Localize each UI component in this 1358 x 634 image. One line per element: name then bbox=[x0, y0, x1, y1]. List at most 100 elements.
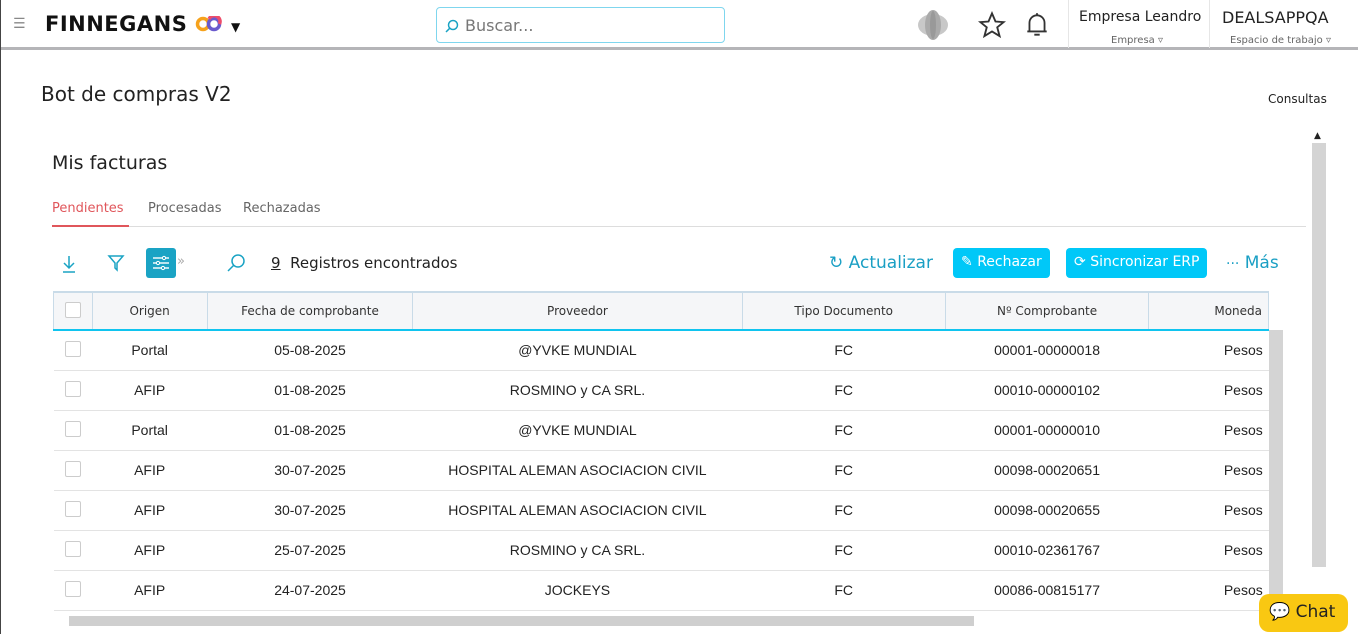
table-cell: FC bbox=[742, 570, 946, 611]
table-row[interactable]: AFIP 25-07-2025 ROSMINO y CA SRL. FC 00010-0… bbox=[53, 530, 1269, 571]
sync-erp-button[interactable]: ⟳ Sincronizar ERP bbox=[1066, 248, 1208, 278]
search-icon[interactable] bbox=[226, 253, 246, 273]
table-cell: Pesos bbox=[1148, 530, 1269, 571]
menu-icon[interactable]: ☰ bbox=[13, 17, 27, 31]
row-checkbox[interactable] bbox=[64, 500, 81, 517]
sync-icon: ⟳ bbox=[1074, 254, 1086, 270]
refresh-icon: ↻ bbox=[829, 253, 844, 273]
table-horizontal-scrollbar[interactable] bbox=[69, 616, 974, 626]
table-vertical-scrollbar[interactable] bbox=[1269, 330, 1283, 611]
page-scrollbar[interactable] bbox=[1312, 143, 1326, 567]
table-header: Origen Fecha de comprobante Proveedor Ti… bbox=[53, 291, 1269, 331]
table-cell: 24-07-2025 bbox=[207, 570, 413, 611]
column-header[interactable]: Proveedor bbox=[412, 291, 743, 331]
table-cell: Pesos bbox=[1148, 490, 1269, 531]
search-icon bbox=[445, 19, 459, 33]
table-cell: HOSPITAL ALEMAN ASOCIACION CIVIL bbox=[412, 450, 743, 491]
table-cell: FC bbox=[742, 490, 946, 531]
refresh-button[interactable]: ↻ Actualizar bbox=[829, 253, 933, 273]
company-selector[interactable]: Empresa ▿ bbox=[1111, 35, 1163, 46]
row-checkbox-cell bbox=[53, 530, 93, 571]
table-cell: AFIP bbox=[92, 450, 208, 491]
card-title: Mis facturas bbox=[52, 152, 168, 174]
count-number: 9 bbox=[271, 254, 281, 272]
table-cell: Pesos bbox=[1148, 410, 1269, 451]
table-cell: Pesos bbox=[1148, 330, 1269, 371]
column-header[interactable]: Fecha de comprobante bbox=[207, 291, 414, 331]
row-checkbox-cell bbox=[53, 570, 93, 611]
table-cell: AFIP bbox=[92, 370, 208, 411]
records-count: 9 Registros encontrados bbox=[271, 254, 457, 272]
table-cell: @YVKE MUNDIAL bbox=[412, 410, 743, 451]
reject-button[interactable]: ✎ Rechazar bbox=[953, 248, 1050, 278]
row-checkbox[interactable] bbox=[64, 341, 81, 357]
active-tab-indicator bbox=[52, 225, 129, 227]
workspace-label: Espacio de trabajo bbox=[1230, 35, 1323, 46]
table-cell: FC bbox=[742, 370, 946, 411]
company-name[interactable]: Empresa Leandro bbox=[1079, 9, 1201, 25]
star-icon[interactable] bbox=[978, 11, 1006, 39]
pencil-icon: ✎ bbox=[961, 254, 973, 270]
search-placeholder: Buscar... bbox=[465, 16, 534, 35]
brand-dropdown-icon[interactable]: ▼ bbox=[231, 20, 241, 34]
select-all-checkbox[interactable] bbox=[64, 301, 81, 318]
row-checkbox[interactable] bbox=[64, 580, 81, 597]
row-checkbox-cell bbox=[53, 450, 93, 491]
top-bar: ☰ FINNEGANS ▼ Buscar... Empresa Leandro … bbox=[1, 0, 1358, 50]
search-input[interactable]: Buscar... bbox=[436, 7, 725, 43]
tab-rechazadas[interactable]: Rechazadas bbox=[243, 201, 321, 216]
table-row[interactable]: Portal 01-08-2025 @YVKE MUNDIAL FC 00001-000… bbox=[53, 410, 1269, 451]
bell-icon[interactable] bbox=[1024, 11, 1050, 39]
table-row[interactable]: AFIP 01-08-2025 ROSMINO y CA SRL. FC 00010-0… bbox=[53, 370, 1269, 411]
table-cell: FC bbox=[742, 330, 946, 371]
row-checkbox-cell bbox=[53, 410, 93, 451]
table-row[interactable]: AFIP 24-07-2025 JOCKEYS FC 00086-00815177 Pes… bbox=[53, 570, 1269, 611]
company-label: Empresa bbox=[1111, 35, 1155, 46]
column-header[interactable]: Origen bbox=[92, 291, 208, 331]
expand-icon[interactable]: » bbox=[177, 254, 185, 269]
table-cell: AFIP bbox=[92, 490, 208, 531]
table-row[interactable]: AFIP 30-07-2025 HOSPITAL ALEMAN ASOCIACION… bbox=[53, 450, 1269, 491]
brand-logo-icon bbox=[195, 13, 222, 32]
assistant-icon[interactable] bbox=[916, 9, 950, 41]
column-header[interactable]: Moneda bbox=[1148, 291, 1269, 331]
table-row[interactable]: Portal 05-08-2025 @YVKE MUNDIAL FC 00001-000… bbox=[53, 330, 1269, 371]
download-icon[interactable] bbox=[61, 254, 77, 274]
tab-procesadas[interactable]: Procesadas bbox=[148, 201, 222, 216]
column-header[interactable]: Tipo Documento bbox=[742, 291, 946, 331]
chat-button[interactable]: 💬 Chat bbox=[1259, 594, 1348, 632]
workspace-name[interactable]: DEALSAPPQA bbox=[1222, 8, 1329, 27]
row-checkbox[interactable] bbox=[64, 420, 81, 437]
count-label: Registros encontrados bbox=[290, 254, 458, 272]
columns-settings-button[interactable] bbox=[146, 248, 176, 278]
table-cell: 01-08-2025 bbox=[207, 370, 413, 411]
table-cell: 30-07-2025 bbox=[207, 450, 413, 491]
refresh-label: Actualizar bbox=[848, 253, 933, 273]
table-cell: Pesos bbox=[1148, 370, 1269, 411]
table-cell: 25-07-2025 bbox=[207, 530, 413, 571]
scroll-up-arrow[interactable]: ▲ bbox=[1314, 131, 1321, 141]
table-cell: FC bbox=[742, 410, 946, 451]
table-cell: 00098-00020655 bbox=[945, 490, 1149, 531]
consultas-link[interactable]: Consultas bbox=[1268, 92, 1327, 106]
filter-icon[interactable] bbox=[107, 254, 125, 272]
reject-label: Rechazar bbox=[977, 254, 1042, 270]
table-cell: AFIP bbox=[92, 570, 208, 611]
table-cell: 00001-00000010 bbox=[945, 410, 1149, 451]
brand-name: FINNEGANS bbox=[45, 12, 188, 36]
tab-pendientes[interactable]: Pendientes bbox=[52, 201, 124, 216]
row-checkbox[interactable] bbox=[64, 460, 81, 477]
table-cell: Pesos bbox=[1148, 570, 1269, 611]
table-cell: 00010-02361767 bbox=[945, 530, 1149, 571]
table-row[interactable]: AFIP 30-07-2025 HOSPITAL ALEMAN ASOCIACION… bbox=[53, 490, 1269, 531]
column-header[interactable]: Nº Comprobante bbox=[945, 291, 1150, 331]
row-checkbox[interactable] bbox=[64, 540, 81, 557]
more-icon: ··· bbox=[1226, 256, 1240, 272]
more-button[interactable]: ··· Más bbox=[1226, 253, 1279, 273]
table-cell: @YVKE MUNDIAL bbox=[412, 330, 743, 371]
invoices-table-viewport: Origen Fecha de comprobante Proveedor Ti… bbox=[53, 291, 1269, 611]
row-checkbox[interactable] bbox=[64, 380, 81, 397]
workspace-selector[interactable]: Espacio de trabajo ▿ bbox=[1230, 35, 1331, 46]
brand-logo[interactable]: FINNEGANS ▼ bbox=[45, 12, 241, 36]
more-label: Más bbox=[1244, 253, 1279, 273]
